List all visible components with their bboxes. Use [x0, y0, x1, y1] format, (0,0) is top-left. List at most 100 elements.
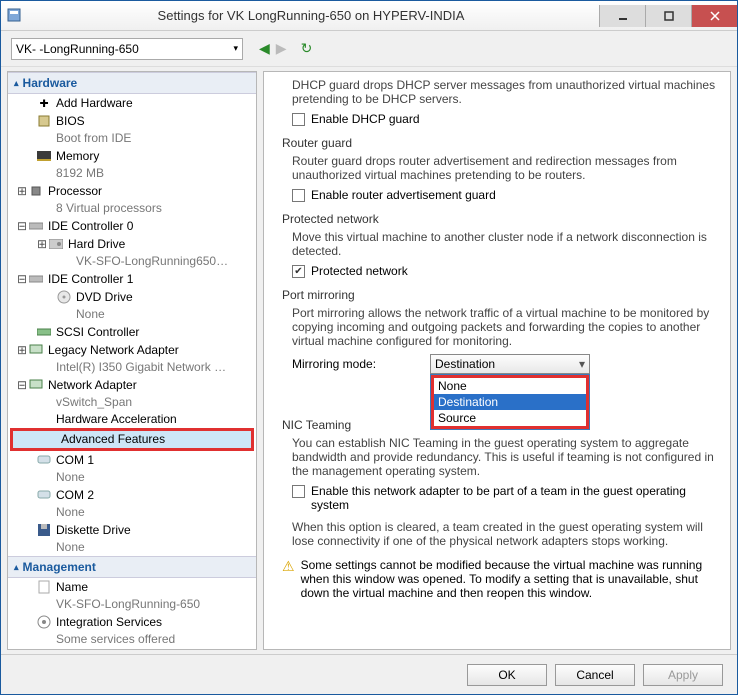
protected-network-label: Protected network: [311, 264, 408, 278]
app-icon: [7, 8, 23, 24]
warning-icon: ⚠: [282, 558, 295, 600]
dhcp-guard-checkbox[interactable]: [292, 113, 305, 126]
expand-icon[interactable]: ⊞: [36, 237, 48, 252]
nic-teaming-label: Enable this network adapter to be part o…: [311, 484, 711, 512]
protected-network-checkbox[interactable]: [292, 265, 305, 278]
settings-panel: DHCP guard drops DHCP server messages fr…: [263, 71, 731, 650]
tree-diskette[interactable]: Diskette Drive: [8, 521, 256, 539]
mirroring-mode-label: Mirroring mode:: [292, 357, 422, 371]
mirroring-mode-combobox[interactable]: Destination ▾ None Destination Source: [430, 354, 590, 374]
tree-network-adapter[interactable]: ⊟Network Adapter: [8, 376, 256, 394]
tree-name-sub: VK-SFO-LongRunning-650: [8, 596, 256, 613]
tree-bios-sub: Boot from IDE: [8, 130, 256, 147]
hardware-category[interactable]: ▴Hardware: [8, 72, 256, 94]
dialog-footer: OK Cancel Apply: [1, 654, 737, 694]
titlebar: Settings for VK LongRunning-650 on HYPER…: [1, 1, 737, 31]
vm-selector-value: VK- -LongRunning-650: [16, 42, 139, 56]
nic-note: When this option is cleared, a team crea…: [292, 520, 718, 548]
apply-button[interactable]: Apply: [643, 664, 723, 686]
nic-teaming-checkbox[interactable]: [292, 485, 305, 498]
tree-legacy-network-sub: Intel(R) I350 Gigabit Network …: [8, 359, 256, 376]
tree-dvd-sub: None: [8, 306, 256, 323]
body: ▴Hardware 🞦Add Hardware BIOS Boot from I…: [1, 67, 737, 654]
tree-hardware-accel[interactable]: Hardware Acceleration: [8, 411, 256, 428]
tree-ide1[interactable]: ⊟IDE Controller 1: [8, 270, 256, 288]
dhcp-guard-label: Enable DHCP guard: [311, 112, 420, 126]
port-mirroring-desc: Port mirroring allows the network traffi…: [292, 306, 718, 348]
tree-processor[interactable]: ⊞Processor: [8, 182, 256, 200]
tree-scsi[interactable]: SCSI Controller: [8, 323, 256, 341]
settings-window: Settings for VK LongRunning-650 on HYPER…: [0, 0, 738, 695]
dvd-icon: [56, 289, 72, 305]
chevron-down-icon: ▾: [233, 43, 238, 54]
checkpoint-icon: [36, 649, 52, 650]
tree-advanced-features[interactable]: Advanced Features: [10, 428, 254, 451]
tree-checkpoint[interactable]: Checkpoint File Location: [8, 648, 256, 650]
tree-bios[interactable]: BIOS: [8, 112, 256, 130]
warning-row: ⚠ Some settings cannot be modified becau…: [282, 558, 718, 600]
warning-text: Some settings cannot be modified because…: [301, 558, 718, 600]
close-button[interactable]: [691, 5, 737, 27]
collapse-icon[interactable]: ⊟: [16, 378, 28, 393]
cancel-button[interactable]: Cancel: [555, 664, 635, 686]
mirroring-option-source[interactable]: Source: [434, 410, 586, 426]
com-port-icon: [36, 487, 52, 503]
tree-ide0[interactable]: ⊟IDE Controller 0: [8, 217, 256, 235]
vm-selector[interactable]: VK- -LongRunning-650 ▾: [11, 38, 243, 60]
tree-legacy-network[interactable]: ⊞Legacy Network Adapter: [8, 341, 256, 359]
tree-processor-sub: 8 Virtual processors: [8, 200, 256, 217]
integration-icon: [36, 614, 52, 630]
processor-icon: [28, 183, 44, 199]
hard-drive-icon: [48, 236, 64, 252]
tree-com2-sub: None: [8, 504, 256, 521]
minimize-button[interactable]: [599, 5, 645, 27]
name-icon: [36, 579, 52, 595]
tree-hard-drive[interactable]: ⊞Hard Drive: [8, 235, 256, 253]
tree-integration[interactable]: Integration Services: [8, 613, 256, 631]
tree-memory[interactable]: Memory: [8, 147, 256, 165]
nav-forward-button: ▶: [276, 40, 287, 57]
tree-hard-drive-sub: VK-SFO-LongRunning650…: [8, 253, 256, 270]
tree-network-adapter-sub: vSwitch_Span: [8, 394, 256, 411]
toolbar: VK- -LongRunning-650 ▾ ◀ ▶ ↻: [1, 31, 737, 67]
router-guard-label: Enable router advertisement guard: [311, 188, 496, 202]
protected-desc: Move this virtual machine to another clu…: [292, 230, 718, 258]
tree-integration-sub: Some services offered: [8, 631, 256, 648]
tree-dvd[interactable]: DVD Drive: [8, 288, 256, 306]
collapse-icon[interactable]: ⊟: [16, 272, 28, 287]
router-guard-title: Router guard: [282, 136, 718, 150]
protected-network-title: Protected network: [282, 212, 718, 226]
tree-com1[interactable]: COM 1: [8, 451, 256, 469]
add-hardware-icon: 🞦: [36, 95, 52, 111]
router-guard-checkbox[interactable]: [292, 189, 305, 202]
ok-button[interactable]: OK: [467, 664, 547, 686]
memory-icon: [36, 148, 52, 164]
tree-add-hardware[interactable]: 🞦Add Hardware: [8, 94, 256, 112]
controller-icon: [28, 218, 44, 234]
expand-icon[interactable]: ⊞: [16, 343, 28, 358]
tree-diskette-sub: None: [8, 539, 256, 556]
nav-back-button[interactable]: ◀: [259, 40, 270, 57]
mirroring-mode-value: Destination: [435, 357, 495, 371]
network-icon: [28, 342, 44, 358]
maximize-button[interactable]: [645, 5, 691, 27]
tree-name[interactable]: Name: [8, 578, 256, 596]
window-title: Settings for VK LongRunning-650 on HYPER…: [23, 8, 599, 23]
refresh-button[interactable]: ↻: [301, 40, 313, 57]
expand-icon[interactable]: ⊞: [16, 184, 28, 199]
network-icon: [28, 377, 44, 393]
settings-tree[interactable]: ▴Hardware 🞦Add Hardware BIOS Boot from I…: [7, 71, 257, 650]
mirroring-option-none[interactable]: None: [434, 378, 586, 394]
mirroring-option-destination[interactable]: Destination: [434, 394, 586, 410]
dhcp-desc: DHCP guard drops DHCP server messages fr…: [292, 78, 718, 106]
scsi-icon: [36, 324, 52, 340]
tree-com2[interactable]: COM 2: [8, 486, 256, 504]
window-buttons: [599, 5, 737, 27]
diskette-icon: [36, 522, 52, 538]
controller-icon: [28, 271, 44, 287]
collapse-icon[interactable]: ⊟: [16, 219, 28, 234]
management-category[interactable]: ▴Management: [8, 556, 256, 578]
mirroring-mode-dropdown: None Destination Source: [430, 374, 590, 430]
nic-desc: You can establish NIC Teaming in the gue…: [292, 436, 718, 478]
chevron-down-icon: ▾: [579, 357, 585, 371]
